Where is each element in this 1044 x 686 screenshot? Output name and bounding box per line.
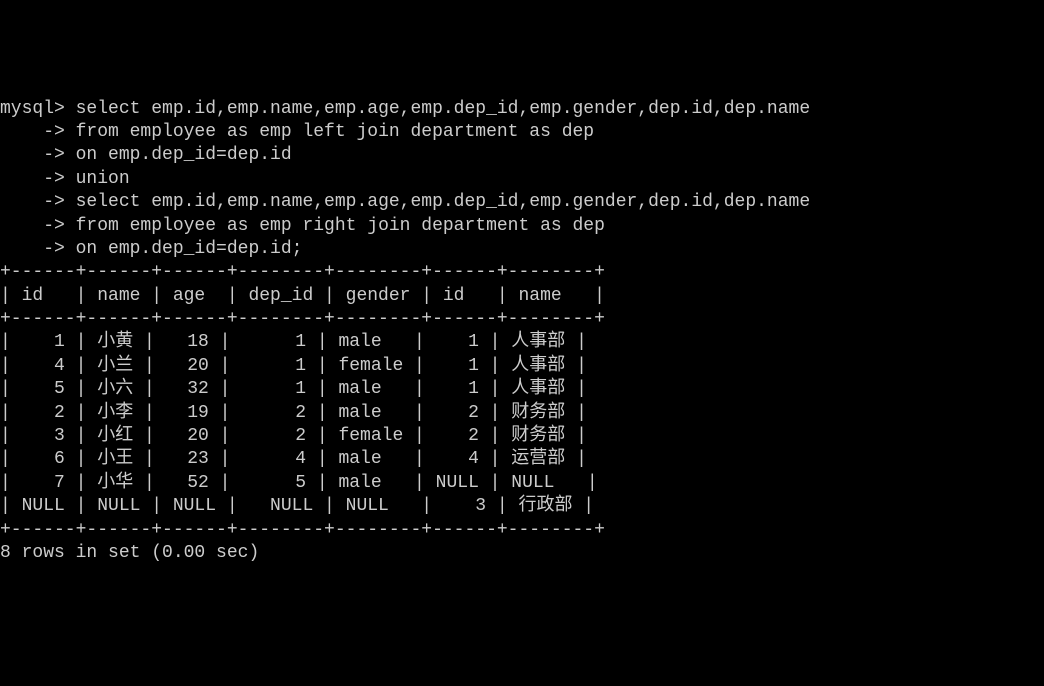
query-line-6: from employee as emp right join departme… [65, 216, 605, 236]
table-header-row: | id | name | age | dep_id | gender | id… [0, 286, 605, 306]
table-row: | 2 | 小李 | 19 | 2 | male | 2 | 财务部 | [0, 403, 587, 423]
table-row: | 4 | 小兰 | 20 | 1 | female | 1 | 人事部 | [0, 356, 587, 376]
result-status: 8 rows in set (0.00 sec) [0, 543, 259, 563]
query-line-2: from employee as emp left join departmen… [65, 122, 594, 142]
query-line-3: on emp.dep_id=dep.id [65, 145, 292, 165]
mysql-prompt: mysql> [0, 99, 65, 119]
continuation-prompt: -> [0, 145, 65, 165]
continuation-prompt: -> [0, 169, 65, 189]
query-line-4: union [65, 169, 130, 189]
table-row: | NULL | NULL | NULL | NULL | NULL | 3 |… [0, 496, 594, 516]
table-row: | 5 | 小六 | 32 | 1 | male | 1 | 人事部 | [0, 379, 587, 399]
terminal-output: mysql> select emp.id,emp.name,emp.age,em… [0, 98, 1044, 566]
table-row: | 3 | 小红 | 20 | 2 | female | 2 | 财务部 | [0, 426, 587, 446]
table-border-bottom: +------+------+------+--------+--------+… [0, 520, 605, 540]
query-line-1: select emp.id,emp.name,emp.age,emp.dep_i… [65, 99, 810, 119]
table-row: | 6 | 小王 | 23 | 4 | male | 4 | 运营部 | [0, 449, 587, 469]
table-row: | 7 | 小华 | 52 | 5 | male | NULL | NULL | [0, 473, 598, 493]
continuation-prompt: -> [0, 239, 65, 259]
continuation-prompt: -> [0, 216, 65, 236]
table-border-mid: +------+------+------+--------+--------+… [0, 309, 605, 329]
table-row: | 1 | 小黄 | 18 | 1 | male | 1 | 人事部 | [0, 332, 587, 352]
table-border-top: +------+------+------+--------+--------+… [0, 262, 605, 282]
continuation-prompt: -> [0, 192, 65, 212]
query-line-5: select emp.id,emp.name,emp.age,emp.dep_i… [65, 192, 810, 212]
continuation-prompt: -> [0, 122, 65, 142]
query-line-7: on emp.dep_id=dep.id; [65, 239, 303, 259]
